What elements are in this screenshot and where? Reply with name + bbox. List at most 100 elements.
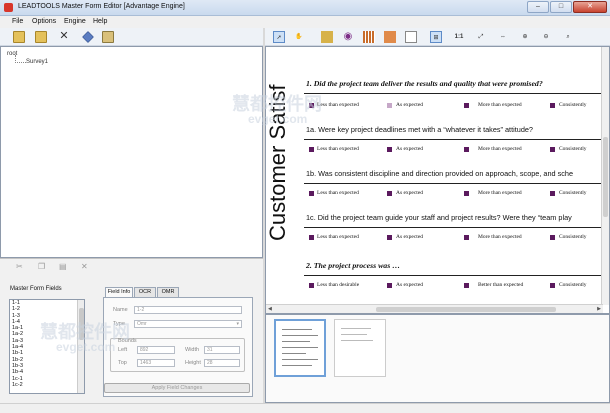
copy-icon[interactable]: ❐	[38, 263, 47, 272]
question-1: 1. Did the project team deliver the resu…	[306, 79, 543, 88]
document-viewer[interactable]: Customer Satisf 1. Did the project team …	[265, 46, 610, 314]
omr-checkbox[interactable]	[550, 147, 555, 152]
name-field[interactable]: 1-2	[134, 306, 242, 314]
paste-icon[interactable]: ▤	[59, 263, 68, 272]
omr-checkbox[interactable]	[309, 283, 314, 288]
omr-checkbox[interactable]	[387, 191, 392, 196]
tab-omr[interactable]: OMR	[157, 287, 179, 297]
minimize-button[interactable]: –	[527, 1, 549, 13]
bounds-group: Bounds Left 892 Width 31 Top 1463 Height…	[110, 338, 245, 372]
option-label: Consistently	[559, 234, 587, 240]
left-field[interactable]: 892	[137, 346, 175, 354]
omr-checkbox[interactable]	[464, 103, 469, 108]
omr-checkbox[interactable]	[387, 147, 392, 152]
type-select[interactable]: Omr ▾	[134, 320, 242, 328]
delete-icon[interactable]: ✕	[58, 31, 70, 43]
option-label: As expected	[396, 102, 424, 108]
pan-hand-icon[interactable]: ✋	[293, 31, 305, 43]
omr-checkbox[interactable]	[309, 191, 314, 196]
form-tree[interactable]: root Survey1	[0, 46, 263, 258]
omr-checkbox[interactable]	[550, 235, 555, 240]
cut-icon[interactable]: ✂	[16, 263, 25, 272]
tab-ocr[interactable]: OCR	[134, 287, 156, 297]
option-label: More than expected	[478, 190, 522, 196]
option-label: Better than expected	[478, 282, 524, 288]
option-label: As expected	[396, 282, 424, 288]
fit-width-icon[interactable]: ⇔	[497, 31, 509, 43]
barcode-icon[interactable]	[363, 31, 375, 43]
add-icon[interactable]	[35, 31, 47, 43]
height-label: Height	[185, 360, 201, 366]
thumbnail-text-line	[282, 359, 318, 360]
close-button[interactable]: ✕	[573, 1, 607, 13]
menu-file[interactable]: File	[12, 18, 23, 25]
question-1b: 1b. Was consistent discipline and direct…	[306, 169, 574, 178]
menu-options[interactable]: Options	[32, 18, 56, 25]
type-value: Omr	[137, 321, 147, 327]
omr-checkbox[interactable]	[464, 191, 469, 196]
menu-help[interactable]: Help	[93, 18, 107, 25]
master-form-fields-label: Master Form Fields	[10, 286, 62, 292]
question-divider	[304, 227, 609, 228]
fit-page-icon[interactable]: ⤢	[475, 31, 487, 43]
menu-bar: File Options Engine Help	[0, 16, 610, 28]
height-field[interactable]: 28	[204, 359, 240, 367]
apply-field-changes-button[interactable]: Apply Field Changes	[104, 383, 250, 393]
omr-checkbox[interactable]	[464, 147, 469, 152]
scroll-left-icon[interactable]: ◀	[268, 306, 272, 312]
app-logo-icon	[4, 3, 13, 12]
omr-checkbox[interactable]	[309, 147, 314, 152]
omr-checkbox[interactable]	[309, 235, 314, 240]
scroll-right-icon[interactable]: ▶	[597, 306, 601, 312]
option-label: Less than expected	[317, 190, 359, 196]
omr-checkbox[interactable]	[464, 235, 469, 240]
scroll-thumb[interactable]	[603, 137, 608, 217]
option-label: Consistently	[559, 146, 587, 152]
region-icon[interactable]: ⊞	[430, 31, 442, 43]
omr-checkbox[interactable]	[550, 191, 555, 196]
zoom-in-icon[interactable]: ⊕	[519, 31, 531, 43]
omr-field-icon[interactable]: ◉	[342, 31, 354, 43]
zoom-rect-icon[interactable]: ⌕	[562, 31, 574, 43]
delete-icon[interactable]: ✕	[81, 263, 90, 272]
width-label: Width	[185, 347, 200, 353]
scroll-thumb[interactable]	[376, 307, 556, 312]
menu-engine[interactable]: Engine	[64, 18, 86, 25]
width-field[interactable]: 31	[204, 346, 240, 354]
zoom-out-icon[interactable]: ⊖	[540, 31, 552, 43]
image-field-icon[interactable]	[384, 31, 396, 43]
omr-checkbox[interactable]	[387, 235, 392, 240]
rectangle-icon[interactable]	[405, 31, 417, 43]
list-item[interactable]: 1c-2	[10, 382, 84, 388]
tree-node-survey1[interactable]: Survey1	[26, 59, 48, 65]
option-label: As expected	[396, 146, 424, 152]
omr-checkbox[interactable]	[550, 103, 555, 108]
maximize-button[interactable]: □	[550, 1, 572, 13]
option-label: Consistently	[559, 282, 587, 288]
edit-icon[interactable]	[82, 31, 94, 43]
one-to-one-button[interactable]: 1:1	[452, 31, 466, 43]
viewer-horizontal-scrollbar[interactable]: ◀ ▶	[266, 304, 603, 313]
settings-icon[interactable]	[102, 31, 114, 43]
omr-checkbox[interactable]	[387, 283, 392, 288]
page-thumbnail-2[interactable]	[334, 319, 386, 377]
question-divider	[304, 275, 609, 276]
viewer-toolbar: ➚ ✋ ◉ ⊞ 1:1 ⤢ ⇔ ⊕ ⊖ ⌕	[265, 28, 610, 46]
thumbnail-text-line	[282, 353, 306, 354]
option-label: More than expected	[478, 234, 522, 240]
top-field[interactable]: 1463	[137, 359, 175, 367]
question-2: 2. The project process was …	[306, 261, 400, 270]
omr-checkbox[interactable]	[387, 103, 392, 108]
window-title: LEADTOOLS Master Form Editor [Advantage …	[18, 3, 185, 10]
question-divider	[304, 93, 609, 94]
watermark-text: evget.com	[56, 340, 116, 354]
viewer-vertical-scrollbar[interactable]	[601, 47, 609, 305]
omr-checkbox[interactable]	[550, 283, 555, 288]
document-side-title: Customer Satisf	[265, 84, 290, 242]
select-pointer-icon[interactable]: ➚	[273, 31, 285, 43]
new-form-icon[interactable]	[13, 31, 25, 43]
text-field-icon[interactable]	[321, 31, 333, 43]
omr-checkbox[interactable]	[464, 283, 469, 288]
page-thumbnail-1[interactable]	[274, 319, 326, 377]
thumbnail-text-line	[282, 347, 318, 348]
